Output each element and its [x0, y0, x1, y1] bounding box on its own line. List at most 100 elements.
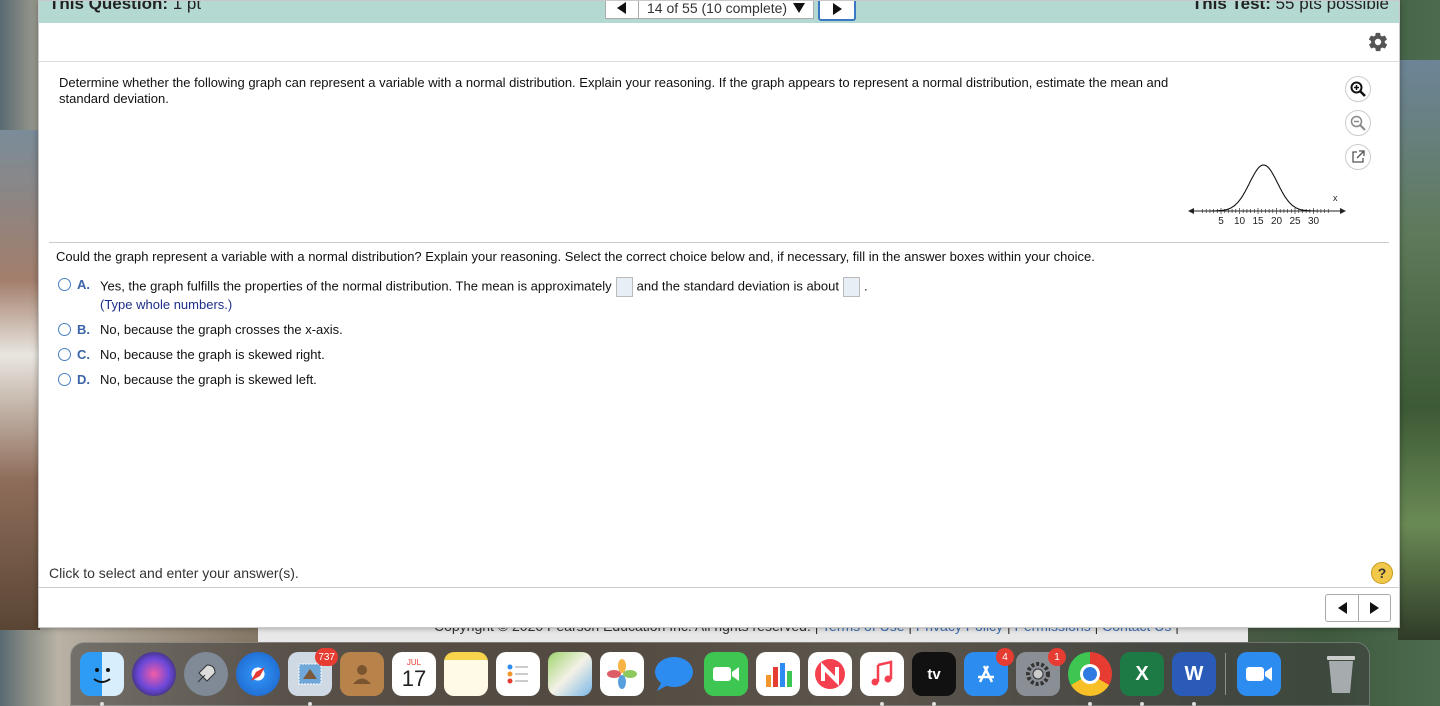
- tick-label-15: 15: [1252, 216, 1264, 227]
- maps-icon[interactable]: [548, 652, 592, 696]
- cog-icon: [1026, 662, 1050, 686]
- external-link-icon: [1352, 150, 1365, 163]
- choice-d-text: No, because the graph is skewed left.: [100, 372, 317, 387]
- running-indicator: [100, 702, 104, 706]
- this-question-value: 1 pt: [172, 0, 202, 13]
- rocket-icon: [197, 664, 216, 683]
- mail-icon[interactable]: 737: [288, 648, 338, 696]
- radio-button-c[interactable]: [58, 348, 71, 361]
- zoom-out-button[interactable]: [1345, 110, 1371, 136]
- std-dev-answer-box[interactable]: [842, 277, 860, 297]
- desktop-background-right: [1398, 60, 1440, 640]
- zoom-in-icon: [1350, 81, 1366, 97]
- radio-button-b[interactable]: [58, 323, 71, 336]
- music-icon[interactable]: [860, 652, 904, 696]
- contacts-icon[interactable]: [340, 652, 384, 696]
- app-store-badge: 4: [996, 648, 1014, 666]
- calendar-icon[interactable]: JUL 17: [392, 652, 436, 696]
- chrome-icon[interactable]: [1068, 652, 1112, 696]
- word-label: W: [1184, 662, 1204, 685]
- choice-letter-d: D.: [77, 372, 90, 387]
- help-button[interactable]: ?: [1371, 562, 1393, 584]
- tick-label-25: 25: [1289, 216, 1301, 227]
- photos-icon[interactable]: [600, 652, 644, 696]
- question-count-text: 14 of 55 (10 complete): [647, 0, 788, 16]
- facetime-icon[interactable]: [704, 652, 748, 696]
- finder-face-icon: [93, 668, 111, 683]
- tick-label-20: 20: [1271, 216, 1283, 227]
- apple-tv-icon[interactable]: tv: [912, 652, 956, 696]
- axis-left-arrow-icon: [1188, 208, 1194, 214]
- question-navigator: 14 of 55 (10 complete): [605, 0, 857, 23]
- mean-answer-box[interactable]: [615, 277, 633, 297]
- next-arrow-icon: [1370, 602, 1379, 614]
- choice-letter-a: A.: [77, 277, 90, 292]
- excel-label: X: [1135, 662, 1149, 685]
- excel-icon[interactable]: X: [1120, 652, 1164, 696]
- zoom-icon[interactable]: [1237, 652, 1281, 696]
- gear-icon[interactable]: [1367, 31, 1389, 53]
- previous-question-button[interactable]: [605, 1, 639, 19]
- list-icon: [507, 664, 528, 684]
- previous-arrow-icon: [617, 2, 626, 14]
- radio-button-a[interactable]: [58, 278, 71, 291]
- mail-badge: 737: [315, 648, 338, 666]
- next-arrow-icon: [833, 3, 843, 15]
- choice-a-text: Yes, the graph fulfills the properties o…: [100, 277, 868, 297]
- trash-can-icon: [1327, 656, 1355, 693]
- person-icon: [353, 665, 371, 684]
- word-icon[interactable]: W: [1172, 652, 1216, 696]
- system-preferences-badge: 1: [1048, 648, 1066, 666]
- zoom-in-button[interactable]: [1345, 76, 1371, 102]
- chrome-center-icon: [1080, 664, 1100, 684]
- running-indicator: [1088, 702, 1092, 706]
- reminders-icon[interactable]: [496, 652, 540, 696]
- choice-c[interactable]: C. No, because the graph is skewed right…: [58, 347, 325, 362]
- question-window: This Question: 1 pt 14 of 55 (10 complet…: [38, 0, 1400, 628]
- running-indicator: [1140, 702, 1144, 706]
- compass-icon: [251, 667, 265, 681]
- normal-curve-graph: x 5 10 15 20 25 30: [1188, 164, 1346, 227]
- running-indicator: [880, 702, 884, 706]
- finder-icon[interactable]: [80, 652, 124, 696]
- open-in-new-window-button[interactable]: [1345, 144, 1371, 170]
- messages-icon[interactable]: [652, 652, 696, 696]
- choice-b[interactable]: B. No, because the graph crosses the x-a…: [58, 322, 343, 337]
- divider: [39, 61, 1399, 62]
- tv-label: tv: [927, 665, 941, 683]
- flower-icon: [607, 659, 637, 689]
- this-test-label: This Test:: [1191, 0, 1271, 13]
- choice-d[interactable]: D. No, because the graph is skewed left.: [58, 372, 317, 387]
- calendar-day: 17: [401, 665, 427, 691]
- normal-curve: [1209, 164, 1318, 212]
- choice-a-text-before: Yes, the graph fulfills the properties o…: [100, 278, 612, 294]
- divider: [39, 587, 1399, 588]
- running-indicator: [308, 702, 312, 706]
- app-store-icon[interactable]: 4: [964, 648, 1014, 696]
- next-page-button[interactable]: [1358, 595, 1390, 621]
- numbers-icon[interactable]: [756, 652, 800, 696]
- question-text: Determine whether the following graph ca…: [59, 75, 1169, 106]
- choice-b-text: No, because the graph crosses the x-axis…: [100, 322, 343, 337]
- tick-label-10: 10: [1234, 216, 1246, 227]
- previous-page-button[interactable]: [1326, 595, 1358, 621]
- trash-icon[interactable]: [1319, 652, 1363, 696]
- zoom-camera-icon: [1246, 667, 1272, 681]
- desktop-background-left: [0, 130, 40, 630]
- running-indicator: [932, 702, 936, 706]
- tick-label-30: 30: [1308, 216, 1320, 227]
- question-header-bar: This Question: 1 pt 14 of 55 (10 complet…: [39, 1, 1399, 23]
- radio-button-d[interactable]: [58, 373, 71, 386]
- notes-icon[interactable]: [444, 652, 488, 696]
- safari-icon[interactable]: [236, 652, 280, 696]
- this-question-label: This Question:: [49, 0, 168, 13]
- next-question-button[interactable]: [818, 1, 857, 21]
- question-selector-dropdown[interactable]: 14 of 55 (10 complete): [639, 0, 815, 19]
- app-store-a-icon: [978, 665, 994, 683]
- tick-labels: 5 10 15 20 25 30: [1218, 216, 1319, 227]
- system-preferences-icon[interactable]: 1: [1016, 648, 1066, 696]
- siri-icon[interactable]: [132, 652, 176, 696]
- launchpad-icon[interactable]: [184, 652, 228, 696]
- choice-a[interactable]: A. Yes, the graph fulfills the propertie…: [58, 277, 868, 297]
- news-icon[interactable]: [808, 652, 852, 696]
